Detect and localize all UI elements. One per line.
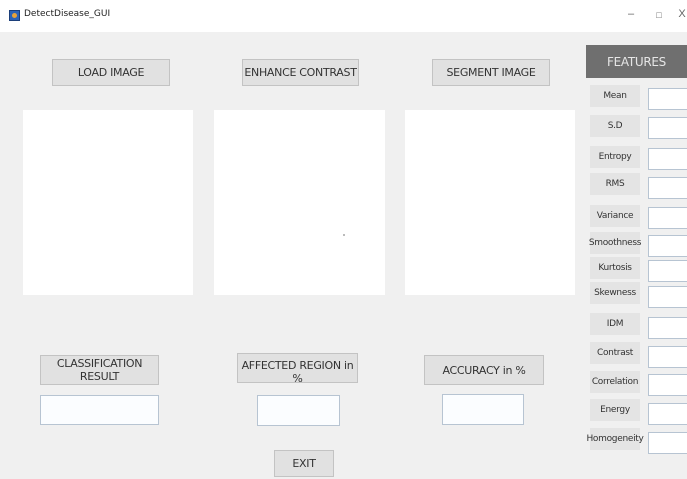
classification-result-button[interactable]: CLASSIFICATION RESULT [40, 355, 159, 385]
load-image-button[interactable]: LOAD IMAGE [52, 59, 170, 86]
feature-field-smoothness[interactable] [648, 235, 687, 257]
minimize-button[interactable]: – [624, 8, 638, 20]
feature-field-kurtosis[interactable] [648, 260, 687, 282]
accuracy-button[interactable]: ACCURACY in % [424, 355, 544, 385]
feature-label-energy: Energy [590, 399, 640, 421]
feature-label-entropy: Entropy [590, 146, 640, 168]
feature-field-mean[interactable] [648, 88, 687, 110]
maximize-button[interactable]: □ [652, 10, 666, 20]
feature-label-kurtosis: Kurtosis [590, 257, 640, 279]
feature-label-homogeneity: Homogeneity [586, 428, 644, 450]
app-icon [9, 10, 20, 21]
feature-label-idm: IDM [590, 313, 640, 335]
exit-button[interactable]: EXIT [274, 450, 334, 477]
segment-image-button[interactable]: SEGMENT IMAGE [432, 59, 550, 86]
segmented-image-axes [405, 110, 575, 295]
feature-field-correlation[interactable] [648, 374, 687, 396]
feature-field-contrast[interactable] [648, 346, 687, 368]
features-header: FEATURES [586, 45, 687, 78]
close-button[interactable]: X [675, 8, 687, 20]
feature-label-variance: Variance [590, 205, 640, 227]
axes-artifact [343, 234, 345, 236]
feature-label-smoothness: Smoothness [589, 232, 641, 254]
feature-field-skewness[interactable] [648, 286, 687, 308]
classification-result-field[interactable] [40, 395, 159, 425]
feature-label-correlation: Correlation [590, 371, 640, 393]
feature-label-rms: RMS [590, 173, 640, 195]
enhanced-image-axes [214, 110, 385, 295]
window-title: DetectDisease_GUI [24, 9, 111, 19]
feature-label-skewness: Skewness [590, 282, 640, 304]
feature-label-sd: S.D [590, 115, 640, 137]
affected-region-button[interactable]: AFFECTED REGION in % [237, 353, 358, 385]
feature-field-variance[interactable] [648, 207, 687, 229]
feature-field-sd[interactable] [648, 117, 687, 139]
feature-field-rms[interactable] [648, 177, 687, 199]
feature-field-homogeneity[interactable] [648, 432, 687, 454]
feature-field-idm[interactable] [648, 317, 687, 339]
enhance-contrast-button[interactable]: ENHANCE CONTRAST [242, 59, 359, 86]
original-image-axes [23, 110, 193, 295]
accuracy-field[interactable] [442, 394, 524, 425]
feature-field-energy[interactable] [648, 403, 687, 425]
affected-region-field[interactable] [257, 395, 340, 426]
feature-label-mean: Mean [590, 85, 640, 107]
title-bar: DetectDisease_GUI – □ X [0, 0, 687, 32]
feature-label-contrast: Contrast [590, 342, 640, 364]
feature-field-entropy[interactable] [648, 148, 687, 170]
